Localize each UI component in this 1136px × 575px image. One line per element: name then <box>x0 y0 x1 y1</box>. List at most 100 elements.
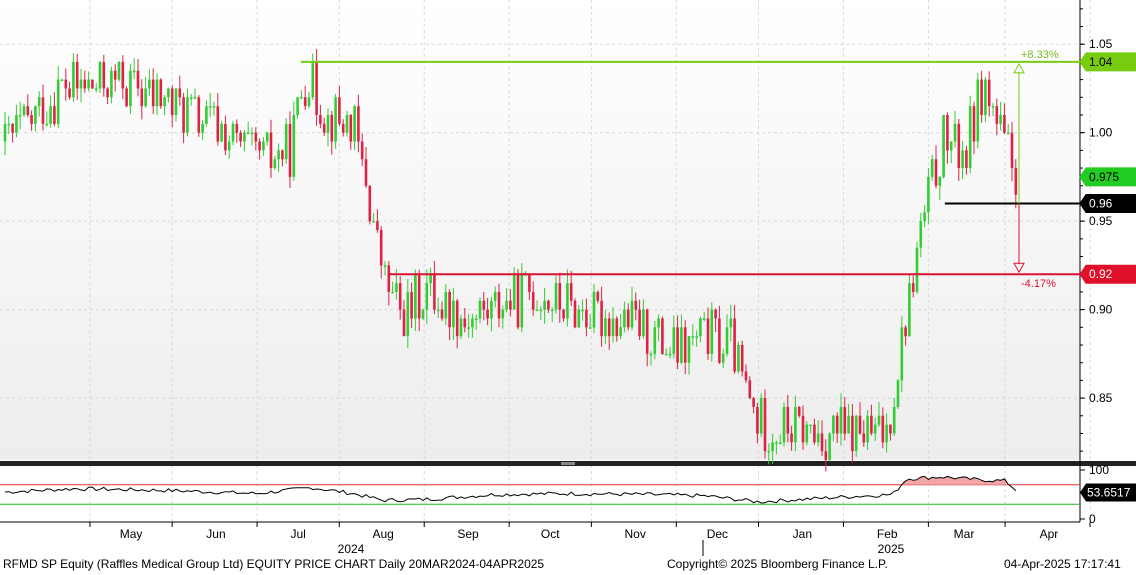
candle-up-body <box>296 97 299 115</box>
candle-up-body <box>577 309 581 328</box>
candle-up-body <box>680 327 683 363</box>
x-year-label: 2025 <box>878 542 905 556</box>
candle-up-body <box>695 336 698 338</box>
candle-up-body <box>273 159 277 169</box>
rsi-last-value-tag: 53.6517 <box>1080 483 1136 502</box>
y-tick-label: 0.85 <box>1089 391 1113 405</box>
candle-up-body <box>474 318 478 320</box>
candle-up-body <box>307 97 311 107</box>
candle-down-body <box>322 123 326 133</box>
candle-down-body <box>497 291 501 319</box>
y-tick-label: 0.90 <box>1089 303 1113 317</box>
candle-down-body <box>911 283 915 292</box>
candle-up-body <box>611 318 615 337</box>
candle-up-body <box>759 398 763 434</box>
candle-up-body <box>968 106 972 169</box>
y-tick-label: 1.05 <box>1089 37 1113 51</box>
candle-down-body <box>596 291 600 301</box>
candle-down-body <box>1014 168 1018 195</box>
candle-down-body <box>269 132 273 169</box>
candle-down-body <box>790 433 793 443</box>
candle-down-body <box>376 221 379 230</box>
candle-up-body <box>132 70 136 73</box>
candle-down-body <box>410 291 413 319</box>
downside-percent-label: -4.17% <box>1021 278 1056 290</box>
candle-up-body <box>999 115 1002 124</box>
candle-down-body <box>858 415 862 434</box>
candle-down-body <box>113 70 117 80</box>
candle-down-body <box>448 291 451 328</box>
candle-down-body <box>26 106 30 115</box>
candle-up-body <box>535 309 539 312</box>
candle-up-body <box>908 283 911 337</box>
candle-down-body <box>125 88 128 107</box>
x-month-label: Dec <box>707 527 728 541</box>
candle-up-body <box>117 61 121 80</box>
reference-value-tag: 0.96 <box>1079 193 1136 213</box>
candle-down-body <box>683 327 687 363</box>
candle-down-body <box>440 309 444 319</box>
candle-up-body <box>566 283 569 319</box>
candle-down-body <box>946 115 949 151</box>
candle-down-body <box>881 415 885 443</box>
footer-copyright: Copyright© 2025 Bloomberg Finance L.P. <box>667 557 888 571</box>
candle-down-body <box>509 300 512 310</box>
candle-down-body <box>170 88 174 115</box>
candle-up-body <box>539 309 543 312</box>
candle-up-body <box>961 150 964 169</box>
candle-up-body <box>231 123 235 142</box>
candle-down-body <box>706 318 710 354</box>
panel-resize-handle <box>561 462 575 465</box>
candle-up-body <box>767 451 771 453</box>
candle-up-body <box>208 106 212 108</box>
reference-value-tag-text: 0.96 <box>1089 196 1113 210</box>
candle-down-body <box>645 309 649 354</box>
candle-down-body <box>224 123 227 151</box>
x-month-label: Sep <box>457 527 479 541</box>
footer-timestamp: 04-Apr-2025 17:17:41 <box>1004 557 1121 571</box>
candle-up-body <box>18 115 22 117</box>
candle-down-body <box>368 185 372 222</box>
candle-up-body <box>543 300 546 310</box>
candle-down-body <box>573 300 577 328</box>
candle-down-body <box>600 300 603 337</box>
candle-up-body <box>653 327 657 354</box>
x-month-label: Feb <box>877 527 898 541</box>
candle-up-body <box>144 88 147 107</box>
candle-up-body <box>436 309 440 312</box>
candle-down-body <box>288 123 292 177</box>
candle-down-body <box>889 424 892 434</box>
candle-down-body <box>965 150 968 169</box>
candle-down-body <box>615 318 619 337</box>
candle-down-body <box>197 97 201 133</box>
candle-up-body <box>623 309 626 328</box>
candle-down-body <box>714 309 717 319</box>
candle-up-body <box>277 150 280 160</box>
candle-up-body <box>311 61 315 98</box>
x-month-label: Apr <box>1040 527 1059 541</box>
candle-down-body <box>638 309 641 337</box>
candle-down-body <box>178 88 182 98</box>
candle-down-body <box>562 309 565 319</box>
candle-up-body <box>383 265 387 267</box>
candle-down-body <box>91 79 94 89</box>
candle-up-body <box>554 283 558 310</box>
candle-up-body <box>896 380 900 407</box>
candle-down-body <box>303 97 307 107</box>
chart-canvas: 0.85 0.90 0.95 1.00 1.05 +8.33% -4.17% 1.04 0.97… <box>0 0 1136 556</box>
candle-down-body <box>558 283 562 310</box>
candle-down-body <box>786 406 790 434</box>
candle-up-body <box>737 345 740 372</box>
candle-up-body <box>984 79 987 115</box>
candle-down-body <box>585 309 588 328</box>
candle-up-body <box>664 353 668 356</box>
candle-up-body <box>832 415 835 434</box>
candle-up-body <box>915 247 919 292</box>
candle-up-body <box>927 176 930 213</box>
candle-down-body <box>281 150 284 160</box>
equity-price-chart: 0.85 0.90 0.95 1.00 1.05 +8.33% -4.17% 1.04 0.97… <box>0 0 1136 575</box>
candle-down-body <box>11 123 14 133</box>
candle-down-body <box>528 274 531 292</box>
candle-down-body <box>824 451 828 460</box>
candle-up-body <box>406 291 410 337</box>
